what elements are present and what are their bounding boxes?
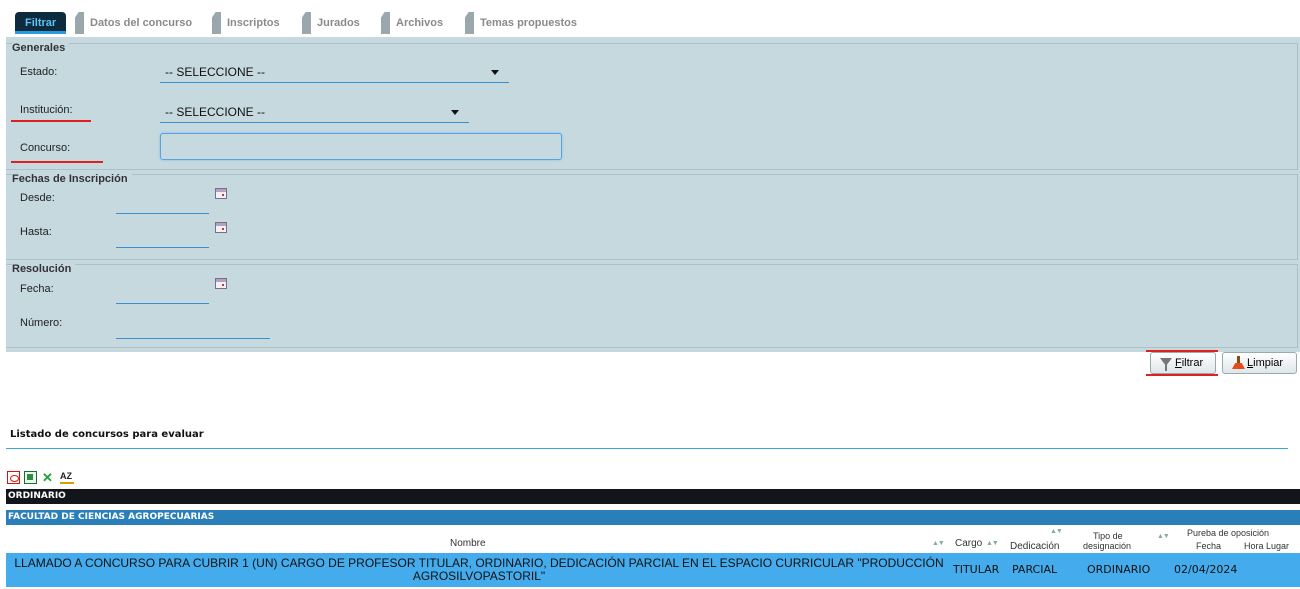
concurso-input[interactable] <box>160 133 562 160</box>
numero-input[interactable] <box>116 321 270 339</box>
tab-label: Archivos <box>396 17 444 29</box>
filter-panel: Generales Estado: -- SELECCIONE -- Insti… <box>6 37 1300 352</box>
estado-label: Estado: <box>20 66 58 78</box>
tab-wedge-icon <box>381 12 390 34</box>
row-dedicacion: PARCIAL <box>1012 563 1058 576</box>
generales-legend: Generales <box>12 42 70 54</box>
section-divider <box>6 448 1288 449</box>
sort-icon[interactable]: ▲▼ <box>1050 528 1063 535</box>
tab-jurados[interactable]: Jurados <box>302 12 360 34</box>
calendar-icon[interactable] <box>215 278 227 289</box>
tab-wedge-icon <box>75 12 84 34</box>
column-header-nombre[interactable]: Nombre <box>450 538 486 549</box>
column-header-tipo-line2[interactable]: designación <box>1083 541 1131 552</box>
tab-wedge-icon <box>302 12 311 34</box>
highlight-underline <box>11 120 91 122</box>
generales-fieldset: Generales Estado: -- SELECCIONE -- Insti… <box>6 42 1298 170</box>
desde-label: Desde: <box>20 192 55 204</box>
fechas-legend: Fechas de Inscripción <box>12 173 132 185</box>
sort-az-icon[interactable]: AZ <box>60 471 74 484</box>
hasta-date-input[interactable] <box>116 230 209 248</box>
funnel-icon <box>1160 358 1172 371</box>
resolucion-fieldset: Resolución Fecha: Número: <box>6 263 1298 348</box>
row-nombre-line2: AGROSILVOPASTORIL" <box>412 569 546 583</box>
resolucion-fecha-input[interactable] <box>116 286 209 304</box>
tab-datos-del-concurso[interactable]: Datos del concurso <box>75 12 192 34</box>
sort-icon[interactable]: ▲▼ <box>932 540 945 547</box>
row-nombre-line1: LLAMADO A CONCURSO PARA CUBRIR 1 (UN) CA… <box>14 556 944 570</box>
institucion-select[interactable]: -- SELECCIONE -- <box>160 101 469 123</box>
column-header-hora-lugar[interactable]: Hora Lugar <box>1244 541 1289 552</box>
group-header-facultad: FACULTAD DE CIENCIAS AGROPECUARIAS <box>6 510 1300 525</box>
broom-icon <box>1231 356 1245 370</box>
clear-excel-icon[interactable]: ✕ <box>42 471 55 484</box>
filtrar-button[interactable]: Filtrar <box>1150 352 1216 374</box>
chevron-down-icon <box>451 110 459 115</box>
tab-filtrar[interactable]: Filtrar <box>15 12 67 34</box>
column-header-dedicacion[interactable]: Dedicación <box>1010 541 1059 552</box>
filtrar-accel: F <box>1175 357 1182 369</box>
calendar-icon[interactable] <box>215 222 227 233</box>
group-header-ordinario: ORDINARIO <box>6 489 1300 504</box>
excel-icon[interactable] <box>24 471 37 484</box>
estado-selected-value: -- SELECCIONE -- <box>165 65 266 79</box>
tab-label: Inscriptos <box>227 17 280 29</box>
sort-icon[interactable]: ▲▼ <box>1157 533 1170 540</box>
tab-wedge-icon <box>465 12 474 34</box>
tab-label: Filtrar <box>25 17 57 29</box>
tab-label: Temas propuestos <box>480 17 577 29</box>
filtrar-label: iltrar <box>1181 357 1204 369</box>
tab-bar: Filtrar Datos del concurso Inscriptos Ju… <box>0 0 1300 40</box>
resolucion-legend: Resolución <box>12 263 76 275</box>
listado-title: Listado de concursos para evaluar <box>10 429 204 440</box>
row-cargo: TITULAR <box>953 563 1000 576</box>
tab-wedge-icon <box>212 12 221 34</box>
tab-archivos[interactable]: Archivos <box>381 12 443 34</box>
table-row[interactable]: LLAMADO A CONCURSO PARA CUBRIR 1 (UN) CA… <box>6 553 1300 587</box>
tab-inscriptos[interactable]: Inscriptos <box>212 12 280 34</box>
hasta-label: Hasta: <box>20 226 52 238</box>
chevron-down-icon <box>491 70 499 75</box>
sort-icon[interactable]: ▲▼ <box>986 540 999 547</box>
limpiar-button[interactable]: Limpiar <box>1222 352 1297 374</box>
fechas-fieldset: Fechas de Inscripción Desde: Hasta: <box>6 173 1298 260</box>
estado-select[interactable]: -- SELECCIONE -- <box>160 61 509 83</box>
desde-date-input[interactable] <box>116 196 209 214</box>
concurso-label: Concurso: <box>20 142 71 154</box>
highlight-underline <box>1146 374 1218 376</box>
limpiar-label: impiar <box>1253 357 1284 369</box>
tab-label: Datos del concurso <box>90 17 193 29</box>
pdf-icon[interactable] <box>7 471 20 484</box>
column-header-cargo[interactable]: Cargo <box>955 538 982 549</box>
highlight-underline <box>11 161 103 163</box>
row-fecha: 02/04/2024 <box>1174 563 1238 576</box>
institucion-label: Institución: <box>20 104 73 116</box>
column-header-prueba[interactable]: Pureba de oposición <box>1187 528 1269 539</box>
column-header-fecha[interactable]: Fecha <box>1196 541 1221 552</box>
resolucion-fecha-label: Fecha: <box>20 283 54 295</box>
numero-label: Número: <box>20 317 63 329</box>
institucion-selected-value: -- SELECCIONE -- <box>165 105 266 119</box>
tab-temas-propuestos[interactable]: Temas propuestos <box>465 12 577 34</box>
tab-label: Jurados <box>317 17 360 29</box>
calendar-icon[interactable] <box>215 188 227 199</box>
row-tipo: ORDINARIO <box>1087 563 1151 576</box>
